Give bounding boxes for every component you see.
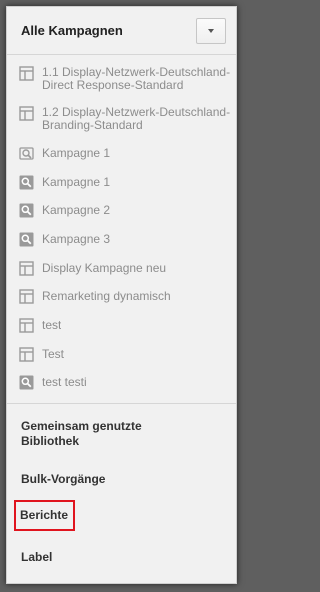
campaign-item[interactable]: Test xyxy=(7,340,236,369)
campaign-name: Kampagne 3 xyxy=(42,232,111,246)
campaign-name: Display Kampagne neu xyxy=(42,261,167,275)
nav-labels[interactable]: Label xyxy=(7,536,236,565)
nav-shared-library-line2: Bibliothek xyxy=(21,434,80,449)
chevron-down-icon xyxy=(208,28,214,33)
search-icon xyxy=(19,375,34,390)
campaign-list: 1.1 Display-Netzwerk-Deutschland- Direct … xyxy=(7,55,236,397)
table-icon xyxy=(19,260,34,276)
campaign-item[interactable]: test xyxy=(7,311,236,340)
campaign-item[interactable]: Kampagne 1 xyxy=(7,168,236,197)
nav-labels-label: Label xyxy=(21,550,53,565)
campaign-name: Kampagne 1 xyxy=(42,146,111,160)
nav-shared-library-line1: Gemeinsam genutzte xyxy=(21,419,142,434)
search-icon xyxy=(19,232,34,247)
campaign-item[interactable]: Kampagne 2 xyxy=(7,196,236,225)
nav-shared-library[interactable]: Gemeinsam genutzte Bibliothek xyxy=(7,404,236,460)
campaign-dropdown-button[interactable] xyxy=(196,17,226,44)
campaign-item[interactable]: test testi xyxy=(7,369,236,398)
campaign-item[interactable]: 1.1 Display-Netzwerk-Deutschland- Direct … xyxy=(7,59,236,99)
nav-reports[interactable]: Berichte xyxy=(7,496,236,536)
reports-highlight-box: Berichte xyxy=(14,500,76,532)
nav-reports-label: Berichte xyxy=(20,508,69,523)
campaign-item[interactable]: 1.2 Display-Netzwerk-Deutschland- Brandin… xyxy=(7,99,236,139)
campaign-item[interactable]: Display Kampagne neu xyxy=(7,254,236,283)
search-icon xyxy=(19,203,34,218)
table-icon xyxy=(19,289,34,304)
campaign-name-line2: Direct Response-Standard xyxy=(42,78,184,92)
campaign-name: test xyxy=(42,318,62,332)
campaign-selector-title: Alle Kampagnen xyxy=(21,23,123,38)
nav-bulk-operations[interactable]: Bulk-Vorgänge xyxy=(7,460,236,496)
table-icon xyxy=(19,318,34,333)
nav-bulk-operations-label: Bulk-Vorgänge xyxy=(21,472,106,487)
campaign-name: test testi xyxy=(42,376,87,390)
search-gear-icon xyxy=(19,147,34,160)
campaign-name: Kampagne 1 xyxy=(42,175,111,189)
campaign-name-line2: Branding-Standard xyxy=(42,118,143,132)
campaign-name: Kampagne 2 xyxy=(42,204,111,218)
campaign-navigation-panel: Alle Kampagnen 1.1 Display-Netzwerk-Deut… xyxy=(6,6,237,584)
table-icon xyxy=(19,106,34,121)
campaign-name: Remarketing dynamisch xyxy=(42,290,171,304)
campaign-item[interactable]: Kampagne 1 xyxy=(7,139,236,168)
campaign-item[interactable]: Remarketing dynamisch xyxy=(7,282,236,311)
table-icon xyxy=(19,346,34,362)
table-icon xyxy=(19,66,34,81)
campaign-name: Test xyxy=(42,347,65,361)
campaign-selector-header[interactable]: Alle Kampagnen xyxy=(7,7,236,55)
search-icon xyxy=(19,175,34,190)
campaign-item[interactable]: Kampagne 3 xyxy=(7,225,236,254)
